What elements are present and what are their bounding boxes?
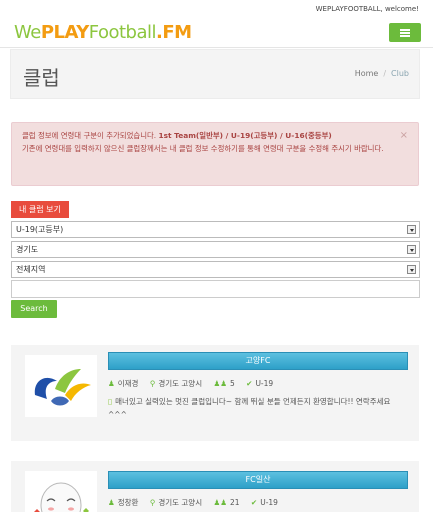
top-bar: WEPLAYFOOTBALL, welcome! <box>0 0 433 18</box>
search-button[interactable]: Search <box>11 300 57 318</box>
users-icon: ♟♟ <box>213 498 227 507</box>
map-marker-icon: ⚲ <box>149 379 156 388</box>
club-card[interactable]: FC일산 ♟ 정창환 ⚲ 경기도 고양시 ♟♟ 21 ✔ U-19 <box>11 461 419 512</box>
header-divider <box>0 47 433 48</box>
alert-text-prefix: 클럽 정보에 연령대 구분이 추가되었습니다. <box>22 131 157 140</box>
club-name-bar[interactable]: 고양FC <box>108 352 408 370</box>
club-description: ▯ 매너있고 실력있는 멋진 클럽입니다~ 함께 뛰실 분들 언제든지 환영합니다… <box>108 395 408 421</box>
welcome-text: WEPLAYFOOTBALL, welcome! <box>315 5 419 13</box>
hamburger-icon <box>400 29 410 31</box>
club-emblem-icon <box>34 369 91 406</box>
chevron-down-icon <box>407 245 416 254</box>
breadcrumb: Home / Club <box>355 69 409 78</box>
hamburger-icon-bar <box>400 32 410 34</box>
club-member-count: 21 <box>229 498 240 507</box>
logo-part-fm: .FM <box>156 22 192 43</box>
page-title: 클럽 <box>23 66 60 90</box>
province-select-value: 경기도 <box>16 245 39 254</box>
club-card[interactable]: 고양FC ♟ 이재경 ⚲ 경기도 고양시 ♟♟ 5 ✔ U-19 ▯ 매너있고 실력있는 … <box>11 345 419 441</box>
logo-part-we: We <box>14 22 41 43</box>
breadcrumb-current: Club <box>391 69 409 78</box>
club-logo[interactable] <box>25 355 97 417</box>
club-age-group: U-19 <box>260 498 278 507</box>
province-select[interactable]: 경기도 <box>11 241 420 258</box>
chevron-down-icon <box>407 265 416 274</box>
region-select[interactable]: 전체지역 <box>11 261 420 278</box>
search-input[interactable] <box>11 280 420 298</box>
club-meta: ♟ 이재경 ⚲ 경기도 고양시 ♟♟ 5 ✔ U-19 <box>108 378 282 389</box>
logo-part-football: Football <box>88 22 157 43</box>
age-group-select[interactable]: U-19(고등부) <box>11 221 420 238</box>
chevron-down-icon <box>407 225 416 234</box>
user-icon: ♟ <box>108 379 115 388</box>
users-icon: ♟♟ <box>213 379 227 388</box>
logo-part-play: PLAY <box>40 22 89 43</box>
user-icon: ♟ <box>108 498 115 507</box>
hamburger-icon-bar <box>400 35 410 37</box>
region-select-value: 전체지역 <box>16 265 46 274</box>
site-logo[interactable]: WePLAYFootball.FM <box>14 22 192 44</box>
club-leader: 이재경 <box>117 379 139 388</box>
notice-alert: 클럽 정보에 연령대 구분이 추가되었습니다. 1st Team(일반부) / … <box>11 122 419 186</box>
view-my-club-button[interactable]: 내 클럽 보기 <box>11 201 69 218</box>
alert-age-groups: 1st Team(일반부) / U-19(고등부) / U-16(중등부) <box>158 131 332 140</box>
club-name-bar[interactable]: FC일산 <box>108 471 408 489</box>
check-icon: ✔ <box>250 498 258 507</box>
club-leader: 정창환 <box>117 498 139 507</box>
club-emblem-icon <box>34 482 89 512</box>
club-location: 경기도 고양시 <box>158 379 203 388</box>
age-group-select-value: U-19(고등부) <box>16 225 64 234</box>
map-marker-icon: ⚲ <box>149 498 156 507</box>
club-meta: ♟ 정창환 ⚲ 경기도 고양시 ♟♟ 21 ✔ U-19 <box>108 497 287 508</box>
page-title-band: 클럽 Home / Club <box>10 49 420 99</box>
club-description-text: 매너있고 실력있는 멋진 클럽입니다~ 함께 뛰실 분들 언제든지 환영합니다!… <box>108 397 391 419</box>
hamburger-menu-button[interactable] <box>389 23 421 42</box>
check-icon: ✔ <box>246 379 253 388</box>
breadcrumb-home[interactable]: Home <box>355 69 379 78</box>
club-location: 경기도 고양시 <box>158 498 203 507</box>
breadcrumb-separator: / <box>383 69 387 78</box>
club-logo[interactable] <box>25 471 97 512</box>
alert-text-line2: 기존에 연령대를 입력하지 않으신 클럽장께서는 내 클럽 정보 수정하기를 통… <box>22 144 384 153</box>
alert-close-button[interactable]: × <box>400 129 408 142</box>
club-age-group: U-19 <box>255 379 274 388</box>
document-icon: ▯ <box>108 397 113 406</box>
club-member-count: 5 <box>229 379 235 388</box>
